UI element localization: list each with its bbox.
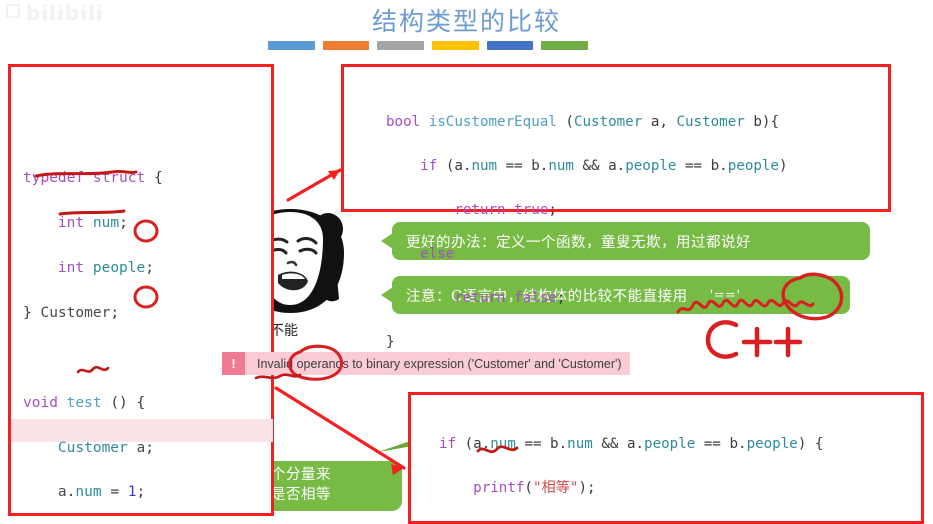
code-block-is-customer-equal: bool isCustomerEqual (Customer a, Custom… — [341, 64, 891, 350]
code-line: return true; — [454, 202, 557, 218]
page-title: 结构类型的比较 — [371, 7, 561, 36]
error-message: Invalid operands to binary expression ('… — [257, 356, 622, 371]
code-line: int num; — [57, 214, 128, 231]
bar-yellow — [432, 41, 479, 50]
bar-gray — [377, 41, 425, 50]
bar-orange — [322, 41, 370, 50]
panda-caption: 不能 — [270, 323, 298, 339]
error-icon: ! — [222, 352, 245, 375]
code-line: bool isCustomerEqual (Customer a, Custom… — [386, 114, 779, 130]
code-line: a.num = 1; — [57, 484, 146, 501]
code-left-body: typedef struct { int num; int people; } … — [23, 144, 271, 524]
compiler-error-bar: ! Invalid operands to binary expression … — [222, 352, 630, 375]
bar-green — [541, 41, 589, 50]
code-line: } Customer; — [23, 304, 120, 321]
code-block-struct-definition: typedef struct { int num; int people; } … — [8, 64, 274, 516]
bar-blue-light — [268, 41, 315, 50]
code-line: int people; — [57, 259, 154, 276]
code-line: return false; — [454, 290, 566, 306]
title-decoration-bars — [268, 41, 589, 50]
bar-blue-dark — [486, 41, 534, 50]
code-line: printf("相等"); — [473, 480, 596, 496]
code-line: void test () { — [23, 394, 146, 411]
code-line: if (a.num == b.num && a.people == b.peop… — [439, 436, 824, 452]
code-line: if (a.num == b.num && a.people == b.peop… — [420, 158, 788, 174]
code-line: else — [420, 246, 455, 262]
code-line: } — [386, 334, 395, 350]
code-line: typedef struct { — [23, 169, 163, 186]
code-block-field-comparison: if (a.num == b.num && a.people == b.peop… — [408, 392, 924, 524]
code-line: Customer a; — [57, 439, 154, 456]
